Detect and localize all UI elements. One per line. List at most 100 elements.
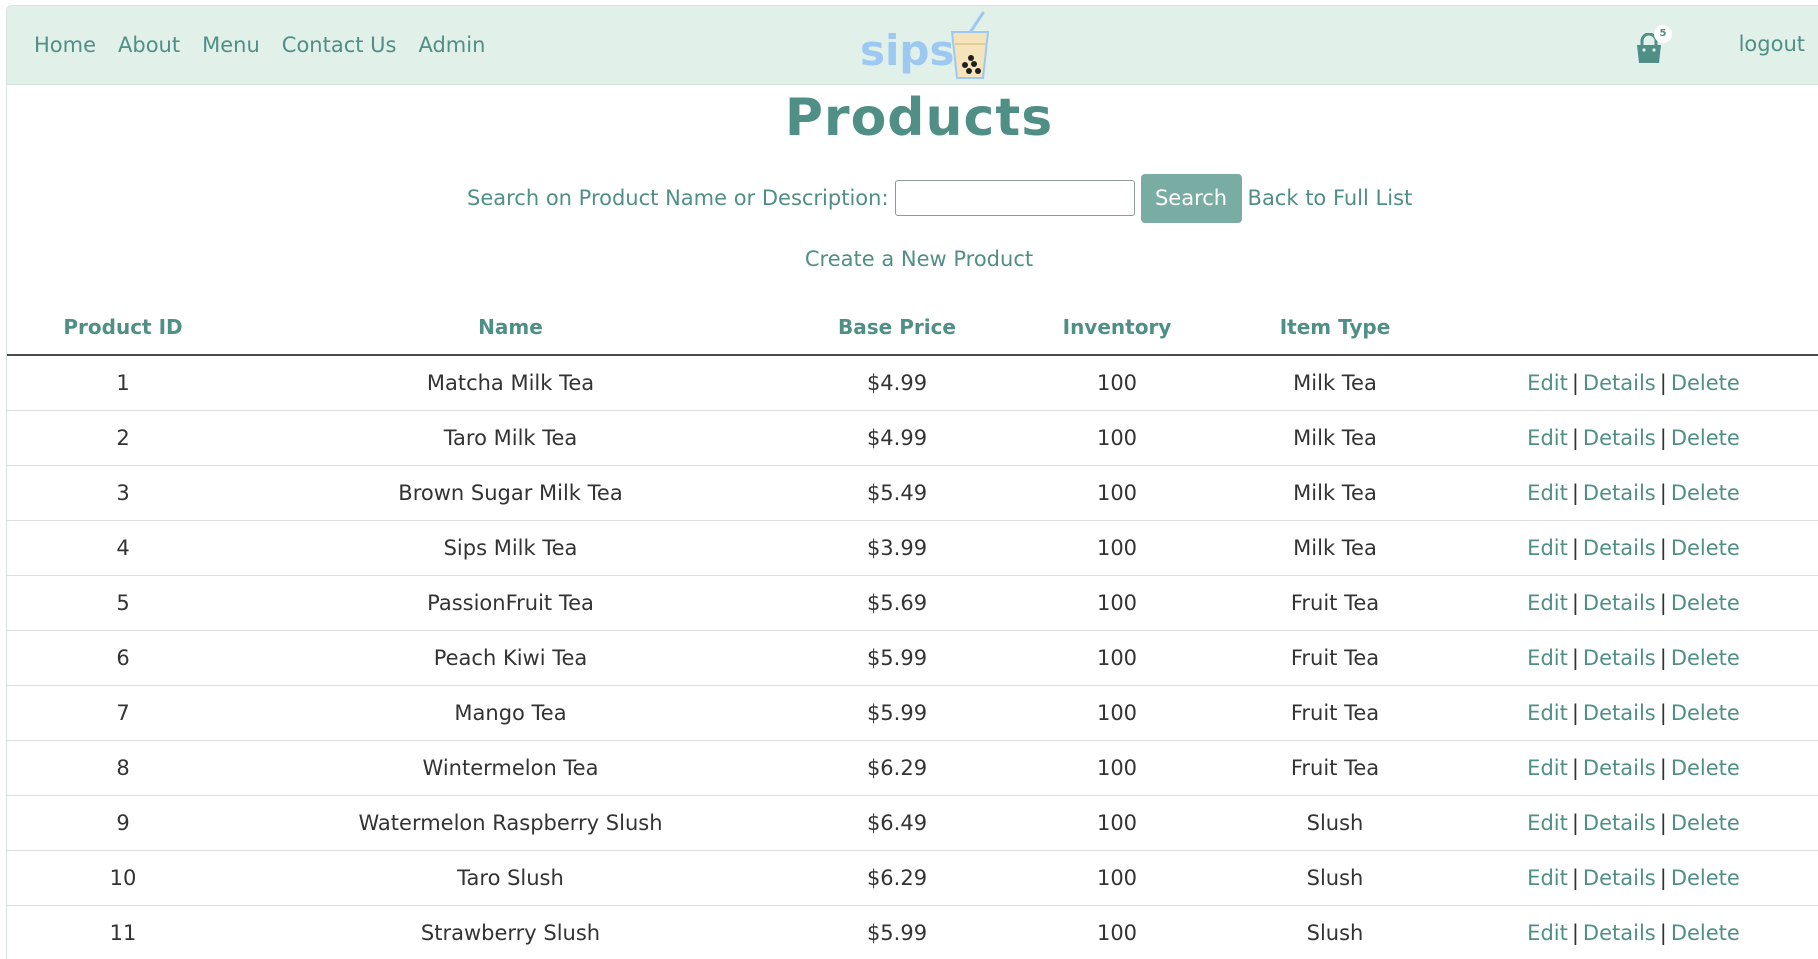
- name-cell: Matcha Milk Tea: [239, 355, 782, 411]
- edit-link[interactable]: Edit: [1527, 426, 1568, 450]
- details-link[interactable]: Details: [1583, 756, 1656, 780]
- delete-link[interactable]: Delete: [1671, 426, 1740, 450]
- edit-link[interactable]: Edit: [1527, 536, 1568, 560]
- actions-cell: Edit|Details|Delete: [1448, 521, 1818, 576]
- actions-cell: Edit|Details|Delete: [1448, 355, 1818, 411]
- item-type-cell: Milk Tea: [1222, 411, 1448, 466]
- nav-admin-link[interactable]: Admin: [418, 33, 485, 57]
- search-button[interactable]: Search: [1141, 174, 1242, 223]
- details-link[interactable]: Details: [1583, 591, 1656, 615]
- delete-link[interactable]: Delete: [1671, 866, 1740, 890]
- nav-home-link[interactable]: Home: [34, 33, 96, 57]
- column-header-name: Name: [239, 300, 782, 355]
- product-id-cell: 11: [7, 906, 239, 959]
- nav-contact-link[interactable]: Contact Us: [282, 33, 397, 57]
- base-price-cell: $4.99: [782, 355, 1012, 411]
- nav-menu-link[interactable]: Menu: [202, 33, 260, 57]
- product-id-cell: 3: [7, 466, 239, 521]
- top-navbar: Home About Menu Contact Us Admin sips: [7, 6, 1818, 85]
- edit-link[interactable]: Edit: [1527, 591, 1568, 615]
- name-cell: Wintermelon Tea: [239, 741, 782, 796]
- edit-link[interactable]: Edit: [1527, 371, 1568, 395]
- item-type-cell: Slush: [1222, 906, 1448, 959]
- inventory-cell: 100: [1012, 631, 1222, 686]
- delete-link[interactable]: Delete: [1671, 811, 1740, 835]
- details-link[interactable]: Details: [1583, 426, 1656, 450]
- separator: |: [1660, 371, 1667, 395]
- back-to-full-list-link[interactable]: Back to Full List: [1248, 186, 1413, 210]
- table-row: 3Brown Sugar Milk Tea$5.49100Milk TeaEdi…: [7, 466, 1818, 521]
- create-product-link[interactable]: Create a New Product: [7, 247, 1818, 271]
- details-link[interactable]: Details: [1583, 646, 1656, 670]
- base-price-cell: $5.49: [782, 466, 1012, 521]
- nav-about-link[interactable]: About: [118, 33, 180, 57]
- actions-cell: Edit|Details|Delete: [1448, 906, 1818, 959]
- column-header-inventory: Inventory: [1012, 300, 1222, 355]
- separator: |: [1660, 921, 1667, 945]
- separator: |: [1660, 536, 1667, 560]
- separator: |: [1572, 481, 1579, 505]
- separator: |: [1572, 701, 1579, 725]
- separator: |: [1572, 756, 1579, 780]
- delete-link[interactable]: Delete: [1671, 481, 1740, 505]
- search-input[interactable]: [895, 180, 1135, 216]
- edit-link[interactable]: Edit: [1527, 921, 1568, 945]
- name-cell: Watermelon Raspberry Slush: [239, 796, 782, 851]
- cart-count-badge: 5: [1654, 25, 1672, 43]
- details-link[interactable]: Details: [1583, 866, 1656, 890]
- delete-link[interactable]: Delete: [1671, 591, 1740, 615]
- delete-link[interactable]: Delete: [1671, 536, 1740, 560]
- product-id-cell: 4: [7, 521, 239, 576]
- delete-link[interactable]: Delete: [1671, 921, 1740, 945]
- delete-link[interactable]: Delete: [1671, 646, 1740, 670]
- delete-link[interactable]: Delete: [1671, 756, 1740, 780]
- product-id-cell: 9: [7, 796, 239, 851]
- boba-cup-icon: [952, 13, 988, 78]
- delete-link[interactable]: Delete: [1671, 371, 1740, 395]
- separator: |: [1660, 481, 1667, 505]
- product-id-cell: 1: [7, 355, 239, 411]
- item-type-cell: Milk Tea: [1222, 521, 1448, 576]
- item-type-cell: Milk Tea: [1222, 355, 1448, 411]
- base-price-cell: $6.29: [782, 851, 1012, 906]
- base-price-cell: $3.99: [782, 521, 1012, 576]
- inventory-cell: 100: [1012, 906, 1222, 959]
- logout-link[interactable]: logout: [1739, 32, 1805, 56]
- item-type-cell: Milk Tea: [1222, 466, 1448, 521]
- delete-link[interactable]: Delete: [1671, 701, 1740, 725]
- table-row: 8Wintermelon Tea$6.29100Fruit TeaEdit|De…: [7, 741, 1818, 796]
- table-header-row: Product ID Name Base Price Inventory Ite…: [7, 300, 1818, 355]
- name-cell: Peach Kiwi Tea: [239, 631, 782, 686]
- actions-cell: Edit|Details|Delete: [1448, 741, 1818, 796]
- details-link[interactable]: Details: [1583, 921, 1656, 945]
- separator: |: [1572, 866, 1579, 890]
- details-link[interactable]: Details: [1583, 536, 1656, 560]
- product-id-cell: 10: [7, 851, 239, 906]
- table-row: 9Watermelon Raspberry Slush$6.49100Slush…: [7, 796, 1818, 851]
- details-link[interactable]: Details: [1583, 811, 1656, 835]
- base-price-cell: $5.69: [782, 576, 1012, 631]
- separator: |: [1660, 591, 1667, 615]
- edit-link[interactable]: Edit: [1527, 701, 1568, 725]
- table-row: 7Mango Tea$5.99100Fruit TeaEdit|Details|…: [7, 686, 1818, 741]
- cart-button[interactable]: 5: [1632, 25, 1678, 67]
- actions-cell: Edit|Details|Delete: [1448, 576, 1818, 631]
- sips-logo[interactable]: sips: [857, 10, 997, 82]
- page-frame: Home About Menu Contact Us Admin sips: [6, 5, 1818, 959]
- details-link[interactable]: Details: [1583, 701, 1656, 725]
- edit-link[interactable]: Edit: [1527, 756, 1568, 780]
- edit-link[interactable]: Edit: [1527, 866, 1568, 890]
- product-id-cell: 5: [7, 576, 239, 631]
- table-row: 11Strawberry Slush$5.99100SlushEdit|Deta…: [7, 906, 1818, 959]
- item-type-cell: Slush: [1222, 851, 1448, 906]
- nav-links: Home About Menu Contact Us Admin: [34, 6, 507, 84]
- details-link[interactable]: Details: [1583, 371, 1656, 395]
- base-price-cell: $6.29: [782, 741, 1012, 796]
- item-type-cell: Fruit Tea: [1222, 741, 1448, 796]
- inventory-cell: 100: [1012, 851, 1222, 906]
- details-link[interactable]: Details: [1583, 481, 1656, 505]
- edit-link[interactable]: Edit: [1527, 481, 1568, 505]
- edit-link[interactable]: Edit: [1527, 811, 1568, 835]
- column-header-item-type: Item Type: [1222, 300, 1448, 355]
- edit-link[interactable]: Edit: [1527, 646, 1568, 670]
